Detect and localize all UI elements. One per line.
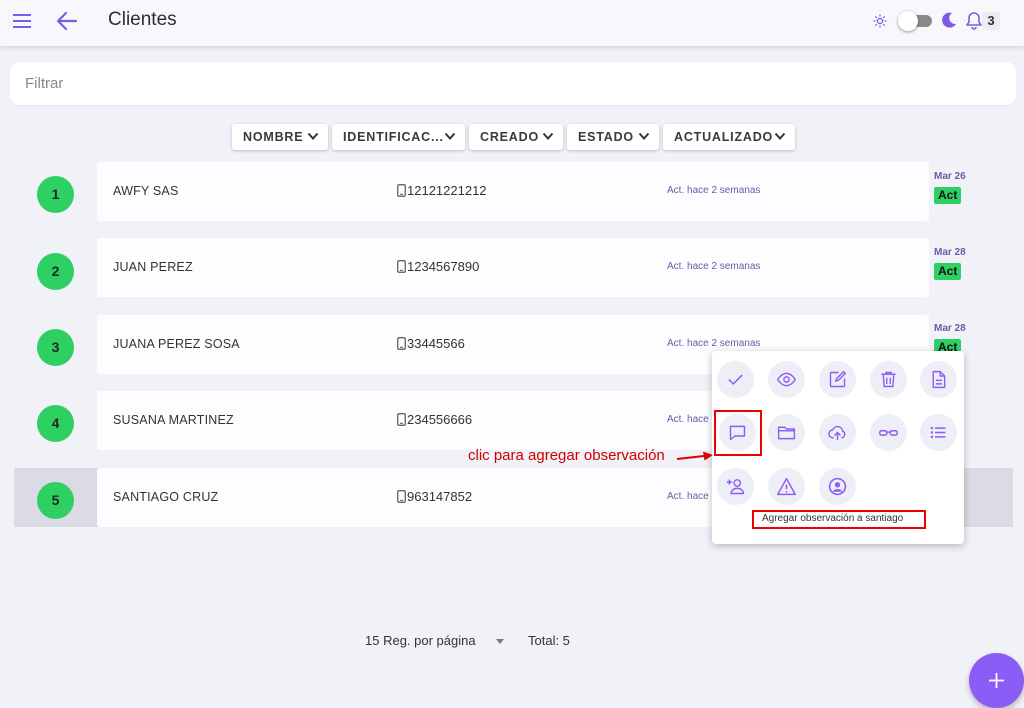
row-number: 3 xyxy=(37,329,74,366)
profile-button[interactable] xyxy=(819,468,856,505)
sun-icon xyxy=(873,14,887,28)
client-id: 963147852 xyxy=(397,489,472,504)
comment-icon xyxy=(729,425,746,441)
sort-button-label: IDENTIFICAC... xyxy=(343,130,444,144)
top-bar: Clientes 3 xyxy=(0,0,1024,46)
client-id: 1234567890 xyxy=(397,259,479,274)
edit-button[interactable] xyxy=(819,361,856,398)
toggle-knob xyxy=(898,11,918,31)
filter-box xyxy=(10,62,1016,105)
row-number: 5 xyxy=(37,482,74,519)
annotation-label: clic para agregar observación xyxy=(468,447,665,464)
page-title: Clientes xyxy=(108,9,177,30)
phone-icon xyxy=(397,260,406,273)
theme-toggle[interactable] xyxy=(898,11,932,31)
client-id-value: 1234567890 xyxy=(407,259,480,274)
warning-button[interactable] xyxy=(768,468,805,505)
user-circle-icon xyxy=(828,477,847,496)
add-client-button[interactable] xyxy=(969,653,1024,708)
sort-button-label: ACTUALIZADO xyxy=(674,130,774,144)
add-user-button[interactable] xyxy=(717,468,754,505)
moon-icon xyxy=(942,12,956,28)
eye-icon xyxy=(776,372,797,387)
folder-button[interactable] xyxy=(768,414,805,451)
list-button[interactable] xyxy=(920,414,957,451)
upload-button[interactable] xyxy=(819,414,856,451)
chevron-down-icon xyxy=(307,132,319,140)
add-observation-button[interactable] xyxy=(719,414,756,451)
client-name: JUANA PEREZ SOSA xyxy=(113,337,240,351)
chevron-down-icon xyxy=(542,132,554,140)
menu-icon[interactable] xyxy=(12,13,32,29)
glasses-icon xyxy=(879,430,898,436)
rows-per-page[interactable]: 15 Reg. por página xyxy=(365,633,476,648)
client-id: 234556666 xyxy=(397,412,472,427)
client-name: JUAN PEREZ xyxy=(113,260,193,274)
table-row[interactable]: AWFY SAS 12121221212 Act. hace 2 semanas xyxy=(97,162,929,221)
cloud-upload-icon xyxy=(828,425,846,441)
list-icon xyxy=(930,426,946,439)
document-icon xyxy=(932,370,946,389)
delete-button[interactable] xyxy=(870,361,907,398)
filter-input[interactable] xyxy=(10,62,1016,105)
created-date: Mar 28 xyxy=(934,247,966,258)
updated-text: Act. hace 2 semanas xyxy=(667,261,761,272)
client-name: SUSANA MARTINEZ xyxy=(113,413,234,427)
client-id-value: 33445566 xyxy=(407,336,465,351)
row-number: 4 xyxy=(37,405,74,442)
client-id: 12121221212 xyxy=(397,183,487,198)
add-user-icon xyxy=(726,479,745,495)
updated-text: Act. hace xyxy=(667,491,709,502)
updated-text: Act. hace xyxy=(667,414,709,425)
trash-icon xyxy=(881,371,896,388)
client-name: SANTIAGO CRUZ xyxy=(113,490,219,504)
sort-button-actualizado[interactable]: ACTUALIZADO xyxy=(663,124,795,150)
updated-text: Act. hace 2 semanas xyxy=(667,338,761,349)
annotation-arrow-icon xyxy=(676,451,713,461)
sort-button-estado[interactable]: ESTADO xyxy=(567,124,659,150)
warning-icon xyxy=(777,477,796,496)
row-number: 1 xyxy=(37,176,74,213)
document-button[interactable] xyxy=(920,361,957,398)
client-name: AWFY SAS xyxy=(113,184,179,198)
row-number: 2 xyxy=(37,253,74,290)
client-id-value: 12121221212 xyxy=(407,183,487,198)
phone-icon xyxy=(397,490,406,503)
chevron-down-icon xyxy=(774,132,786,140)
phone-icon xyxy=(397,413,406,426)
chevron-down-icon xyxy=(444,132,456,140)
sort-button-identificacion[interactable]: IDENTIFICAC... xyxy=(332,124,465,150)
total-count: Total: 5 xyxy=(528,633,570,648)
tooltip: Agregar observación a santiago xyxy=(762,513,904,524)
view-button[interactable] xyxy=(768,361,805,398)
updated-text: Act. hace 2 semanas xyxy=(667,185,761,196)
client-id: 33445566 xyxy=(397,336,465,351)
chevron-down-icon xyxy=(638,132,650,140)
created-date: Mar 26 xyxy=(934,171,966,182)
table-row[interactable]: JUAN PEREZ 1234567890 Act. hace 2 semana… xyxy=(97,238,929,297)
sort-button-label: NOMBRE xyxy=(243,130,304,144)
check-icon xyxy=(728,374,743,385)
notification-badge: 3 xyxy=(982,12,1000,30)
approve-button[interactable] xyxy=(717,361,754,398)
review-button[interactable] xyxy=(870,414,907,451)
created-date: Mar 28 xyxy=(934,323,966,334)
phone-icon xyxy=(397,184,406,197)
client-id-value: 963147852 xyxy=(407,489,473,504)
status-badge: Act xyxy=(934,263,962,280)
client-id-value: 234556666 xyxy=(407,412,473,427)
phone-icon xyxy=(397,337,406,350)
folder-icon xyxy=(777,426,796,440)
edit-icon xyxy=(829,370,847,388)
plus-icon xyxy=(989,673,1004,688)
sort-button-creado[interactable]: CREADO xyxy=(469,124,563,150)
sort-button-label: CREADO xyxy=(480,130,539,144)
sort-button-label: ESTADO xyxy=(578,130,634,144)
status-badge: Act xyxy=(934,187,962,204)
arrow-left-icon[interactable] xyxy=(56,11,78,31)
bell-icon[interactable] xyxy=(965,11,983,31)
caret-down-icon[interactable] xyxy=(496,639,504,644)
sort-button-nombre[interactable]: NOMBRE xyxy=(232,124,328,150)
